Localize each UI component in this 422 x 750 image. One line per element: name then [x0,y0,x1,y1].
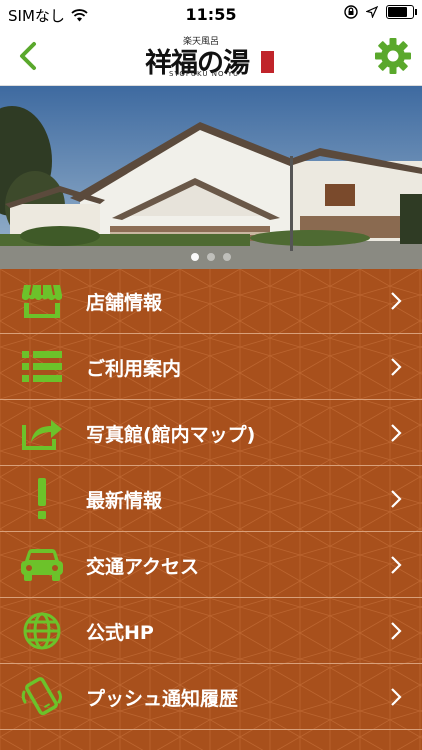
share-icon [20,411,64,455]
menu-item-label: 公式HP [86,621,154,644]
orientation-lock-icon [344,5,358,19]
list-icon [20,345,64,389]
car-icon [20,543,64,587]
status-right [344,5,417,19]
menu-item-push-history[interactable]: プッシュ通知履歴 [0,665,422,730]
chevron-right-icon [391,358,402,376]
app-logo: 楽天風呂 祥福の湯 SYOFUKU NO YU [145,34,280,80]
exclamation-icon [20,477,64,521]
main-menu: 店舗情報 ご利用案内 写真館(館内マップ) 最新情報 交通アクセス 公式HP プ… [0,269,422,750]
menu-item-usage-guide[interactable]: ご利用案内 [0,335,422,400]
logo-sub-text: SYOFUKU NO YU [169,70,240,78]
back-button[interactable] [10,38,46,74]
menu-item-label: ご利用案内 [86,357,182,380]
chevron-left-icon [20,42,36,70]
battery-icon [386,5,417,19]
carousel-dot[interactable] [223,253,231,261]
carousel-dot[interactable] [207,253,215,261]
menu-item-label: プッシュ通知履歴 [86,687,239,710]
menu-item-official-hp[interactable]: 公式HP [0,599,422,664]
menu-item-latest-news[interactable]: 最新情報 [0,467,422,532]
menu-item-label: 最新情報 [86,489,163,512]
chevron-right-icon [391,292,402,310]
chevron-right-icon [391,622,402,640]
nav-bar: 楽天風呂 祥福の湯 SYOFUKU NO YU [0,28,422,86]
vibrating-phone-icon [20,675,64,719]
menu-item-access[interactable]: 交通アクセス [0,533,422,598]
chevron-right-icon [391,490,402,508]
logo-stamp [261,51,274,73]
menu-item-label: 店舗情報 [86,291,163,314]
store-icon [20,279,64,323]
location-icon [366,6,378,18]
menu-item-label: 交通アクセス [86,555,200,578]
menu-item-label: 写真館(館内マップ) [86,423,256,446]
status-bar: SIMなし 11:55 [0,0,422,28]
chevron-right-icon [391,688,402,706]
carousel-page-indicator[interactable] [0,253,422,261]
carousel-dot[interactable] [191,253,199,261]
globe-icon [20,609,64,653]
chevron-right-icon [391,424,402,442]
building-photo [0,86,422,269]
battery-fill [388,7,407,17]
hero-carousel[interactable] [0,86,422,269]
chevron-right-icon [391,556,402,574]
menu-item-store-info[interactable]: 店舗情報 [0,269,422,334]
menu-item-photo-gallery[interactable]: 写真館(館内マップ) [0,401,422,466]
settings-gear-icon[interactable] [374,37,412,75]
